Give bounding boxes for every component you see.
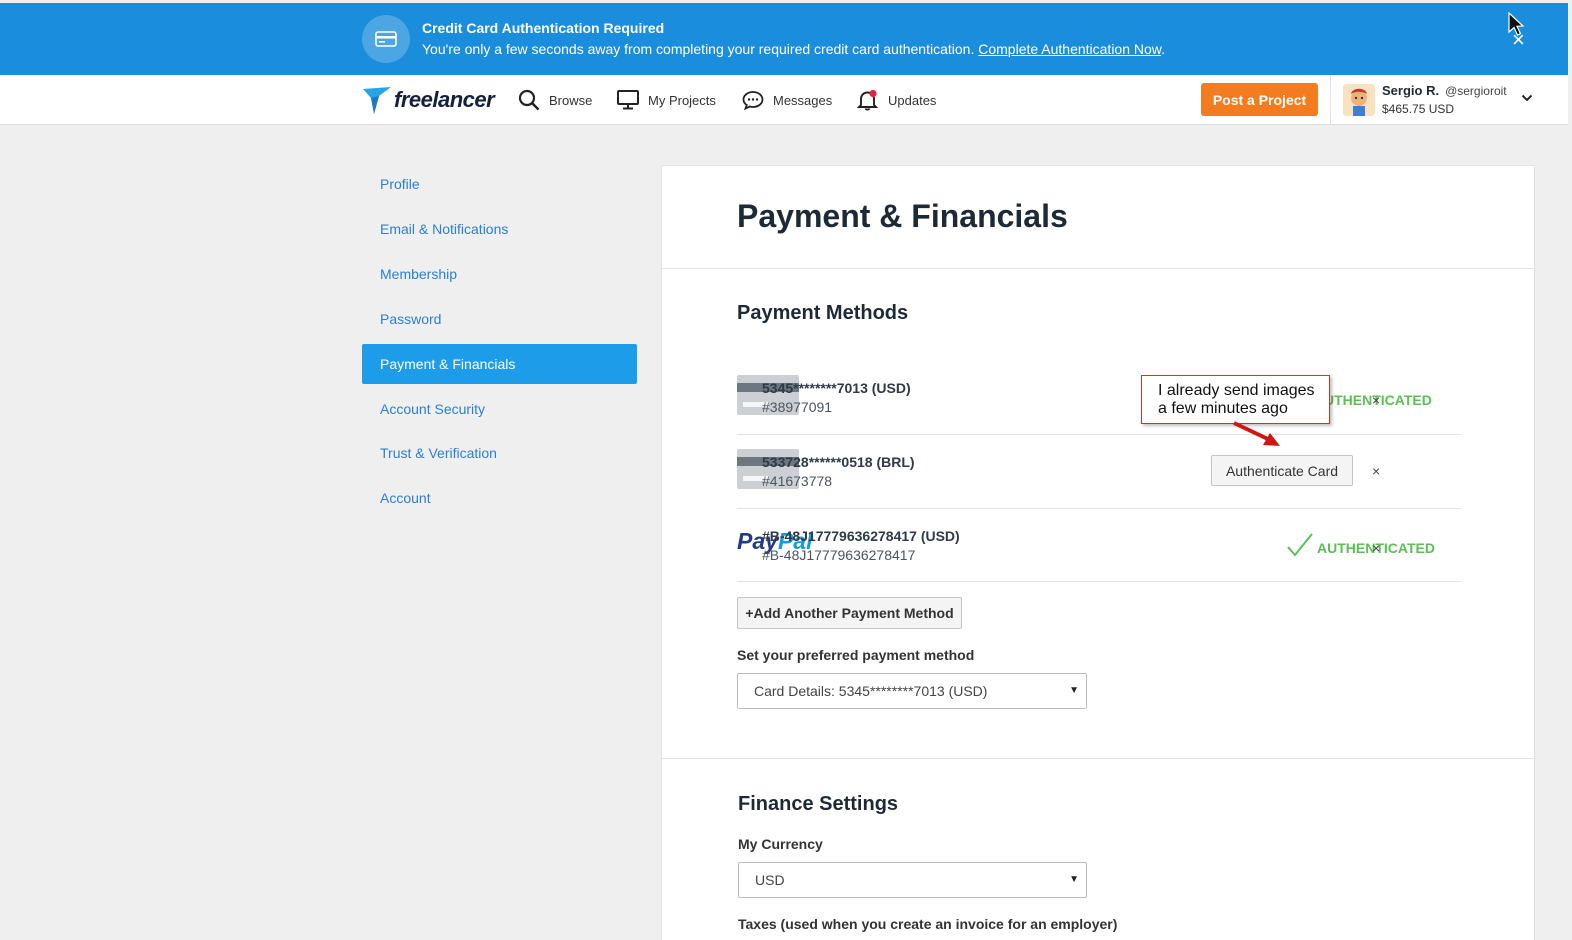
user-balance: $465.75 USD — [1382, 102, 1455, 116]
nav-browse-label: Browse — [549, 92, 593, 108]
annotation-arrow-icon — [1233, 421, 1280, 446]
banner-message-text: You're only a few seconds away from comp… — [422, 41, 975, 57]
payment-methods-heading: Payment Methods — [737, 302, 909, 324]
nav-updates[interactable]: Updates — [857, 87, 936, 113]
nav-messages[interactable]: Messages — [742, 87, 832, 113]
sidebar-item-password[interactable]: Password — [362, 299, 637, 339]
taxes-label: Taxes (used when you create an invoice f… — [738, 916, 1118, 932]
currency-label: My Currency — [738, 836, 823, 852]
top-navbar: freelancer Browse My Projects Messages U… — [0, 75, 1568, 125]
banner-message: You're only a few seconds away from comp… — [422, 41, 1165, 57]
annotation-line-2: a few minutes ago — [1158, 400, 1288, 417]
authenticate-card-button[interactable]: Authenticate Card — [1211, 455, 1353, 486]
finance-settings-heading: Finance Settings — [738, 793, 899, 815]
section-divider — [662, 758, 1536, 759]
preferred-payment-select[interactable]: Card Details: 5345********7013 (USD) ▼ — [737, 673, 1087, 709]
sidebar-item-trust-verification[interactable]: Trust & Verification — [362, 433, 637, 473]
remove-payment-button[interactable]: × — [1372, 540, 1380, 556]
preferred-payment-label: Set your preferred payment method — [737, 647, 975, 663]
dropdown-arrow-icon: ▼ — [1069, 874, 1079, 885]
sidebar-item-account[interactable]: Account — [362, 478, 637, 518]
sidebar-item-profile[interactable]: Profile — [362, 164, 637, 204]
complete-authentication-link[interactable]: Complete Authentication Now — [978, 41, 1161, 57]
remove-payment-button[interactable]: × — [1372, 463, 1380, 479]
row-divider — [737, 508, 1461, 509]
title-divider — [662, 268, 1536, 269]
dropdown-arrow-icon: ▼ — [1069, 685, 1079, 696]
preferred-payment-value: Card Details: 5345********7013 (USD) — [754, 683, 988, 699]
monitor-icon — [617, 90, 639, 110]
nav-my-projects[interactable]: My Projects — [617, 87, 716, 113]
sidebar-item-membership[interactable]: Membership — [362, 254, 637, 294]
search-icon — [518, 89, 540, 111]
row-divider — [737, 581, 1461, 582]
row-divider — [737, 434, 1461, 435]
currency-value: USD — [755, 872, 785, 888]
annotation-callout: I already send images a few minutes ago — [1141, 375, 1330, 424]
nav-browse[interactable]: Browse — [518, 87, 592, 113]
user-handle: @sergioroit — [1445, 84, 1507, 98]
chevron-down-icon[interactable] — [1521, 93, 1533, 103]
main-card: Payment & Financials Payment Methods 534… — [661, 165, 1536, 940]
sidebar-item-account-security[interactable]: Account Security — [362, 389, 637, 429]
bell-icon — [857, 89, 879, 111]
add-payment-method-button[interactable]: +Add Another Payment Method — [737, 597, 962, 629]
payment-method-id: #38977091 — [762, 399, 833, 415]
currency-select[interactable]: USD ▼ — [738, 862, 1087, 898]
post-project-button[interactable]: Post a Project — [1201, 83, 1318, 116]
banner-title: Credit Card Authentication Required — [422, 20, 665, 36]
freelancer-logo[interactable]: freelancer — [362, 83, 495, 117]
payment-method-id: #B-48J17779636278417 — [762, 547, 916, 563]
sidebar-item-payment-financials[interactable]: Payment & Financials — [362, 344, 637, 384]
freelancer-bird-icon — [363, 87, 391, 114]
nav-my-projects-label: My Projects — [648, 92, 716, 108]
banner-message-suffix: . — [1161, 41, 1166, 57]
nav-updates-label: Updates — [888, 92, 937, 108]
remove-payment-button[interactable]: × — [1372, 392, 1380, 408]
checkmark-icon — [1287, 533, 1313, 557]
user-name[interactable]: Sergio R. @sergioroit — [1382, 83, 1507, 98]
nav-messages-label: Messages — [773, 92, 833, 108]
payment-method-id: #41673778 — [762, 473, 833, 489]
payment-method-title: 533728******0518 (BRL) — [762, 454, 915, 470]
credit-card-icon — [362, 15, 410, 63]
logo-text: freelancer — [394, 87, 495, 112]
mouse-pointer-icon — [1508, 12, 1524, 36]
user-display-name: Sergio R. — [1382, 83, 1440, 98]
chat-bubble-icon — [742, 91, 764, 110]
page-title: Payment & Financials — [737, 198, 1068, 234]
sidebar-item-email-notifications[interactable]: Email & Notifications — [362, 209, 637, 249]
auth-banner: Credit Card Authentication Required You'… — [0, 3, 1568, 75]
avatar[interactable] — [1343, 84, 1375, 116]
annotation-line-1: I already send images — [1158, 382, 1315, 399]
user-separator — [1330, 75, 1331, 125]
payment-method-title: #B-48J17779636278417 (USD) — [762, 528, 960, 544]
payment-method-title: 5345********7013 (USD) — [762, 380, 911, 396]
